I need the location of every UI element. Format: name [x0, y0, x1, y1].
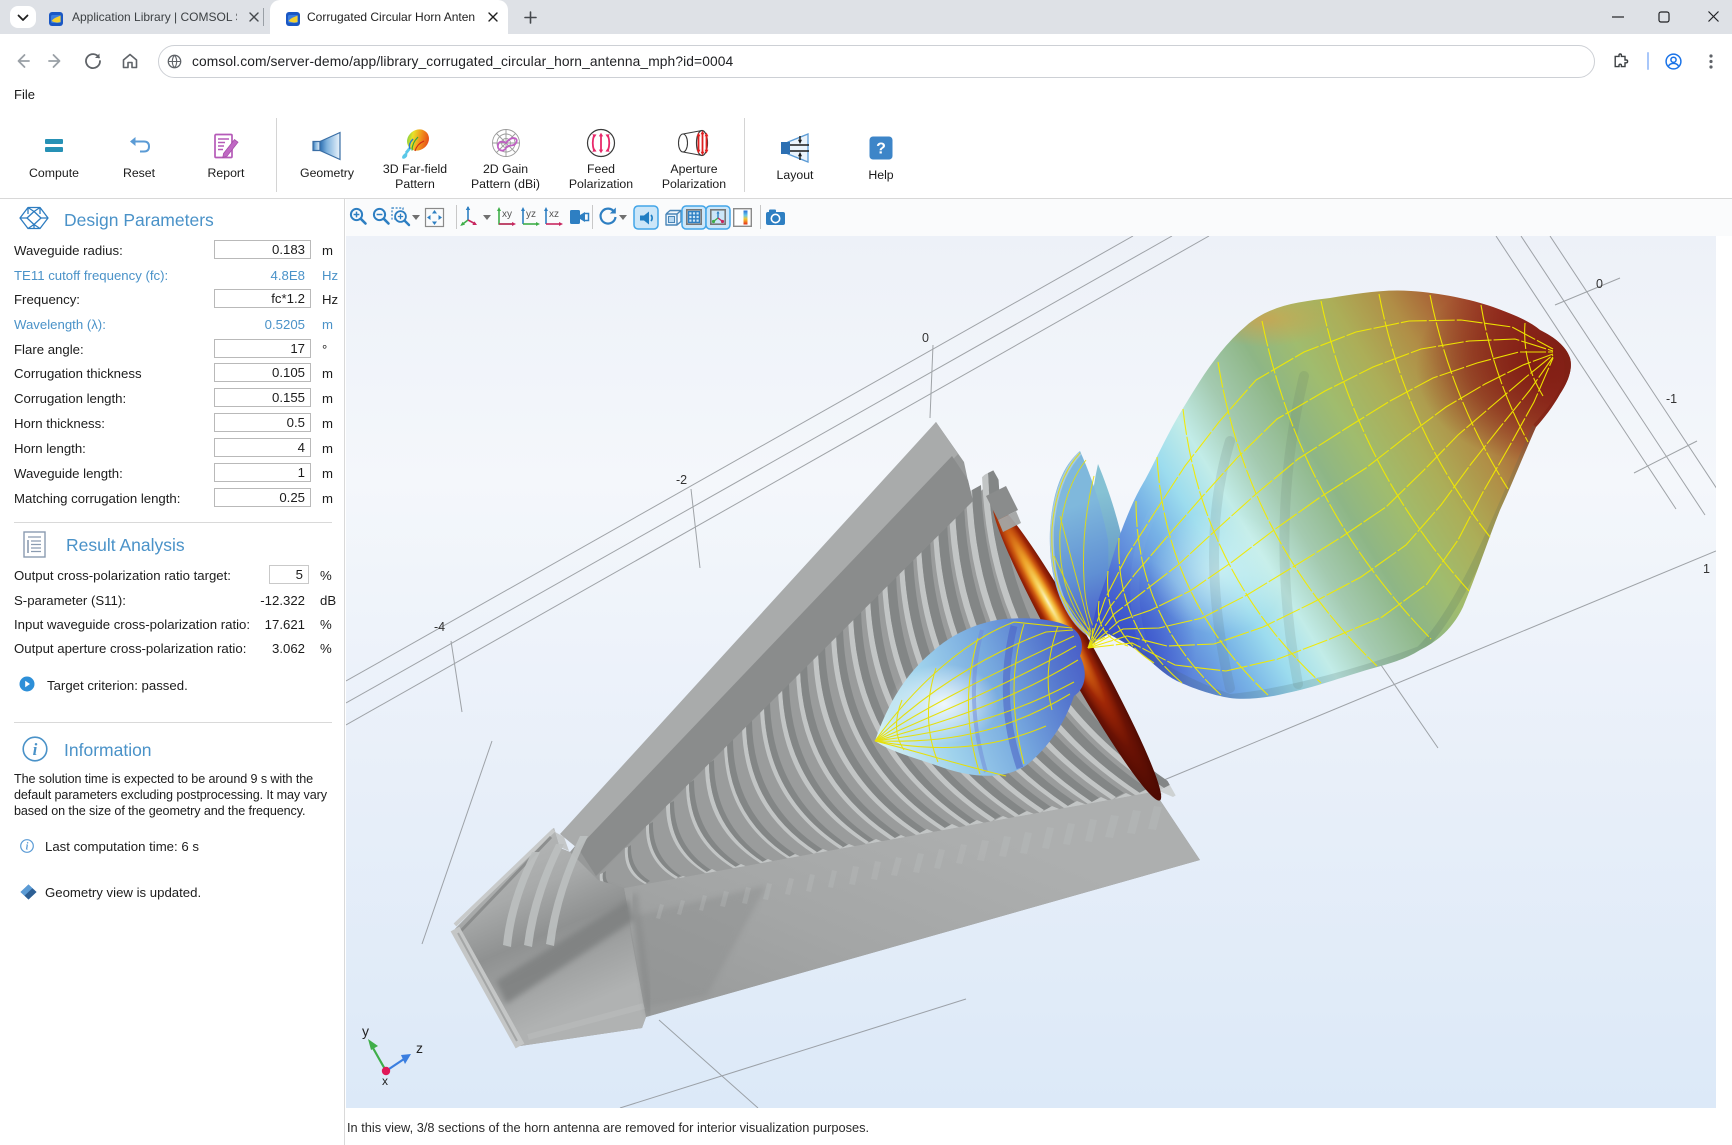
svg-text:yz: yz: [526, 209, 536, 220]
svg-text:i: i: [33, 740, 38, 759]
svg-text:1: 1: [1703, 562, 1710, 576]
svg-text:0: 0: [1596, 277, 1603, 291]
svg-text:xz: xz: [549, 209, 559, 220]
svg-text:?: ?: [876, 141, 886, 158]
svg-text:z: z: [416, 1040, 423, 1056]
svg-text:0: 0: [922, 331, 929, 345]
svg-text:-2: -2: [676, 473, 687, 487]
svg-text:xy: xy: [502, 209, 512, 220]
svg-text:-4: -4: [434, 620, 445, 634]
svg-text:i: i: [26, 842, 29, 853]
svg-text:x: x: [382, 1074, 388, 1088]
svg-text:-1: -1: [1666, 392, 1677, 406]
svg-text:y: y: [362, 1023, 369, 1039]
